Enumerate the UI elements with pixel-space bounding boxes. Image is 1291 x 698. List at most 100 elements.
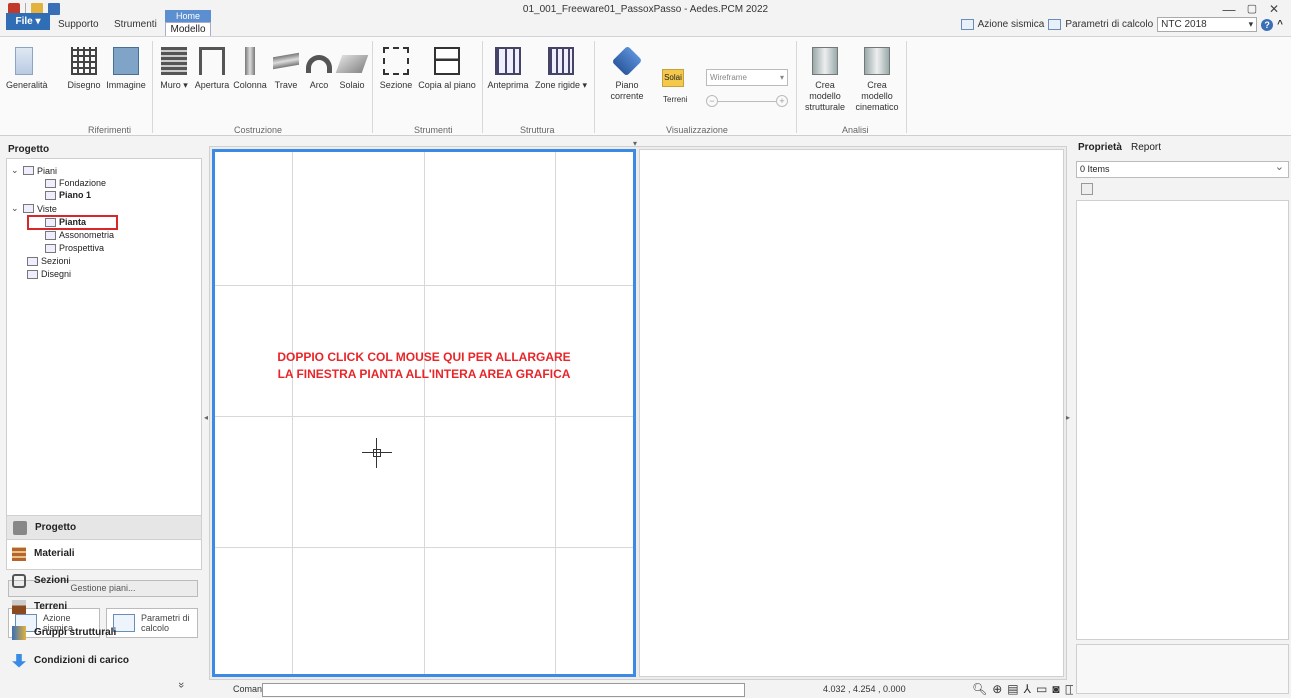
chevron-down-icon[interactable]: ⌄ [11, 165, 20, 176]
piano-corrente-button[interactable]: Piano corrente [598, 45, 656, 102]
materials-icon [12, 546, 26, 561]
group-separator [796, 41, 797, 133]
grid-line [424, 152, 425, 674]
slider-plus-button[interactable]: + [776, 95, 788, 107]
sezione-button[interactable]: Sezione [378, 47, 414, 91]
more-items-icon[interactable]: » [175, 682, 187, 688]
calc-params-icon[interactable] [1048, 19, 1062, 30]
slider-track[interactable] [718, 101, 776, 102]
secondary-view[interactable] [639, 149, 1064, 677]
trave-button[interactable]: Trave [270, 47, 302, 91]
group-separator [594, 41, 595, 133]
close-button[interactable]: ✕ [1264, 2, 1284, 16]
top-right-tools: Azione sismica Parametri di calcolo NTC … [960, 17, 1283, 32]
coordinates-readout: 4.032 , 4.254 , 0.000 [823, 684, 906, 694]
generalita-button[interactable]: Generalità [6, 47, 48, 91]
tab-strumenti[interactable]: Strumenti [114, 19, 157, 30]
grid-icon[interactable]: ▤ [1007, 682, 1018, 696]
nav-gruppi-strutturali[interactable]: Gruppi strutturali [6, 620, 202, 645]
copy-floor-icon [434, 47, 460, 75]
zoom-extents-icon[interactable]: ⊕ [992, 682, 1002, 696]
group-separator [372, 41, 373, 133]
perspective-icon [45, 243, 56, 253]
nav-progetto[interactable]: Progetto [6, 515, 202, 540]
nav-condizioni-di-carico[interactable]: Condizioni di carico [6, 648, 202, 673]
file-tab[interactable]: File ▾ [6, 13, 50, 30]
collapse-top-icon[interactable]: ▾ [633, 139, 637, 148]
sections-icon [12, 573, 26, 588]
group-label-strumenti: Strumenti [414, 125, 453, 135]
grid-line [215, 547, 633, 548]
group-label-visualizzazione: Visualizzazione [666, 125, 728, 135]
terreni-toggle[interactable]: Terreni [663, 95, 687, 104]
copia-al-piano-button[interactable]: Copia al piano [416, 47, 478, 91]
sections-icon [27, 256, 38, 266]
azione-sismica-link[interactable]: Azione sismica [978, 19, 1045, 30]
parametri-calcolo-link[interactable]: Parametri di calcolo [1065, 19, 1153, 30]
help-icon[interactable]: ? [1261, 18, 1274, 31]
beam-icon [273, 52, 299, 70]
tab-modello[interactable]: Modello [165, 22, 211, 36]
seismic-icon[interactable] [960, 19, 974, 30]
tree-item-disegni[interactable]: Disegni [27, 269, 71, 279]
properties-grid[interactable] [1076, 200, 1289, 640]
axes-icon[interactable]: ⅄ [1024, 682, 1031, 696]
group-label-struttura: Struttura [520, 125, 555, 135]
drawings-icon [27, 269, 38, 279]
tree-item-fondazione[interactable]: Fondazione [45, 178, 106, 188]
colonna-button[interactable]: Colonna [231, 47, 269, 91]
collapse-ribbon-icon[interactable]: ^ [1277, 19, 1283, 30]
tab-proprieta[interactable]: Proprietà [1078, 142, 1122, 153]
zoom-icon[interactable]: 🔍︎ [972, 682, 987, 696]
image-icon [113, 47, 139, 75]
crea-modello-cinematico-button[interactable]: Crea modello cinematico [852, 47, 902, 113]
command-input[interactable] [262, 683, 745, 697]
arco-button[interactable]: Arco [304, 47, 334, 91]
nav-materiali[interactable]: Materiali [6, 541, 202, 566]
ruler-icon[interactable]: ▭ [1036, 682, 1047, 696]
collapse-right-icon[interactable]: ▸ [1066, 413, 1070, 422]
tab-supporto[interactable]: Supporto [58, 19, 99, 30]
chevron-down-icon[interactable]: ⌄ [11, 203, 20, 214]
view-toolbar: 🔍︎ ⊕ ▤ ⅄ ▭ ◙ ◫▾ [972, 682, 1082, 696]
camera-icon[interactable]: ◙ [1052, 682, 1059, 696]
solaio-button[interactable]: Solaio [335, 47, 369, 91]
nav-sezioni[interactable]: Sezioni [6, 568, 202, 593]
collapse-left-icon[interactable]: ◂ [204, 413, 208, 422]
drawing-grid-icon [71, 47, 97, 75]
tree-item-viste[interactable]: ⌄ Viste [11, 203, 57, 214]
transparency-slider[interactable]: − + [706, 95, 788, 107]
property-list-icon[interactable] [1081, 183, 1093, 195]
zone-rigide-button[interactable]: Zone rigide ▾ [532, 47, 590, 91]
anteprima-button[interactable]: Anteprima [486, 47, 530, 91]
column-icon [245, 47, 255, 75]
left-panel: Progetto ⌄ Piani Fondazione Piano 1 ⌄ Vi… [0, 138, 206, 698]
pianta-highlight-box [27, 215, 118, 230]
crea-modello-strutturale-button[interactable]: Crea modello strutturale [800, 47, 850, 113]
immagine-button[interactable]: Immagine [104, 47, 148, 91]
annotation-line: LA FINESTRA PIANTA ALL'INTERA AREA GRAFI… [277, 367, 571, 381]
slider-minus-button[interactable]: − [706, 95, 718, 107]
minimize-button[interactable]: — [1219, 2, 1239, 17]
disegno-button[interactable]: Disegno [64, 47, 104, 91]
pianta-view[interactable]: DOPPIO CLICK COL MOUSE QUI PER ALLARGARE… [212, 149, 636, 677]
command-bar: Comando 4.032 , 4.254 , 0.000 🔍︎ ⊕ ▤ ⅄ ▭… [209, 682, 1082, 698]
opening-icon [199, 47, 225, 75]
nav-terreni[interactable]: Terreni [6, 594, 202, 619]
apertura-button[interactable]: Apertura [193, 47, 231, 91]
axonometry-icon [45, 230, 56, 240]
wireframe-select[interactable]: Wireframe [706, 69, 788, 86]
muro-button[interactable]: Muro ▾ [155, 47, 193, 91]
tree-item-piani[interactable]: ⌄ Piani [11, 165, 57, 176]
tree-item-prospettiva[interactable]: Prospettiva [45, 243, 104, 253]
document-icon [15, 47, 33, 75]
norma-select[interactable]: NTC 2018 [1157, 17, 1258, 32]
tab-report[interactable]: Report [1131, 142, 1161, 153]
tree-item-sezioni[interactable]: Sezioni [27, 256, 71, 266]
group-label-riferimenti: Riferimenti [88, 125, 132, 135]
items-select[interactable]: 0 Items [1076, 160, 1289, 178]
maximize-button[interactable]: ▢ [1242, 2, 1262, 15]
solai-toggle[interactable]: Solai [662, 69, 684, 87]
tree-item-assonometria[interactable]: Assonometria [45, 230, 114, 240]
tree-item-piano-1[interactable]: Piano 1 [45, 190, 91, 200]
